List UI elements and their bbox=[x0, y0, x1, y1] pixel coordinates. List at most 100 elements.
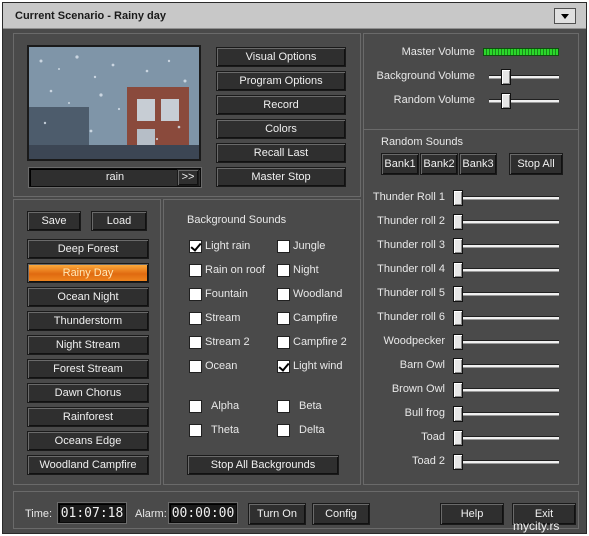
checkbox-woodland[interactable] bbox=[277, 288, 290, 301]
random-thunder-roll-2-thumb[interactable] bbox=[453, 214, 463, 230]
scenario-deep-forest-button[interactable]: Deep Forest bbox=[27, 239, 149, 259]
time-label: Time: bbox=[25, 508, 53, 520]
random-woodpecker-track[interactable] bbox=[453, 340, 559, 344]
checkbox-light-wind[interactable] bbox=[277, 360, 290, 373]
label-theta: Theta bbox=[211, 424, 240, 436]
bank3-button[interactable]: Bank3 bbox=[459, 153, 497, 175]
random-bull-frog-thumb[interactable] bbox=[453, 406, 463, 422]
random-thunder-roll-4-track[interactable] bbox=[453, 268, 559, 272]
random-toad-track[interactable] bbox=[453, 436, 559, 440]
random-volume-track[interactable] bbox=[489, 99, 559, 103]
scene-caption-text: rain bbox=[105, 171, 125, 183]
visual-options-button[interactable]: Visual Options bbox=[216, 47, 346, 67]
turn-on-button[interactable]: Turn On bbox=[248, 503, 306, 525]
label-woodland: Woodland bbox=[293, 288, 343, 300]
label-beta: Beta bbox=[299, 400, 322, 412]
checkbox-beta[interactable] bbox=[277, 400, 290, 413]
checkbox-rain-on-roof[interactable] bbox=[189, 264, 202, 277]
config-button[interactable]: Config bbox=[312, 503, 370, 525]
random-sounds-heading: Random Sounds bbox=[381, 136, 463, 148]
checkbox-delta[interactable] bbox=[277, 424, 290, 437]
random-thunder-roll-6-label: Thunder roll 6 bbox=[377, 311, 445, 323]
random-thunder-roll-3-label: Thunder roll 3 bbox=[377, 239, 445, 251]
master-volume-meter[interactable] bbox=[483, 48, 559, 56]
random-toad-2-thumb[interactable] bbox=[453, 454, 463, 470]
background-volume-track[interactable] bbox=[489, 75, 559, 79]
random-toad-thumb[interactable] bbox=[453, 430, 463, 446]
random-thunder-roll-6-thumb[interactable] bbox=[453, 310, 463, 326]
checkbox-fountain[interactable] bbox=[189, 288, 202, 301]
load-button[interactable]: Load bbox=[91, 211, 147, 231]
random-thunder-roll-1-label: Thunder Roll 1 bbox=[372, 191, 445, 203]
scenario-ocean-night-button[interactable]: Ocean Night bbox=[27, 287, 149, 307]
checkbox-campfire-2[interactable] bbox=[277, 336, 290, 349]
random-volume-thumb[interactable] bbox=[501, 93, 511, 109]
app-window: Current Scenario - Rainy day rain >> Vis… bbox=[2, 2, 587, 534]
expand-preview-button[interactable]: >> bbox=[177, 169, 199, 186]
random-thunder-roll-1-track[interactable] bbox=[453, 196, 559, 200]
checkbox-stream-2[interactable] bbox=[189, 336, 202, 349]
label-jungle: Jungle bbox=[293, 240, 326, 252]
scenario-woodland-campfire-button[interactable]: Woodland Campfire bbox=[27, 455, 149, 475]
label-ocean: Ocean bbox=[205, 360, 238, 372]
random-toad-2-label: Toad 2 bbox=[411, 455, 445, 467]
checkbox-stream[interactable] bbox=[189, 312, 202, 325]
colors-button[interactable]: Colors bbox=[216, 119, 346, 139]
scenario-forest-stream-button[interactable]: Forest Stream bbox=[27, 359, 149, 379]
checkbox-ocean[interactable] bbox=[189, 360, 202, 373]
scenario-night-stream-button[interactable]: Night Stream bbox=[27, 335, 149, 355]
scenario-rainforest-button[interactable]: Rainforest bbox=[27, 407, 149, 427]
random-thunder-roll-5-label: Thunder roll 5 bbox=[377, 287, 445, 299]
time-display: 01:07:18 bbox=[58, 503, 126, 523]
background-volume-label: Background Volume bbox=[376, 70, 475, 82]
scenario-dawn-chorus-button[interactable]: Dawn Chorus bbox=[27, 383, 149, 403]
label-light-rain: Light rain bbox=[205, 240, 251, 252]
random-thunder-roll-1-thumb[interactable] bbox=[453, 190, 463, 206]
master-stop-button[interactable]: Master Stop bbox=[216, 167, 346, 187]
random-thunder-roll-2-track[interactable] bbox=[453, 220, 559, 224]
random-thunder-roll-5-track[interactable] bbox=[453, 292, 559, 296]
recall-last-button[interactable]: Recall Last bbox=[216, 143, 346, 163]
random-thunder-roll-4-thumb[interactable] bbox=[453, 262, 463, 278]
scenario-oceans-edge-button[interactable]: Oceans Edge bbox=[27, 431, 149, 451]
label-campfire-2: Campfire 2 bbox=[293, 336, 347, 348]
checkbox-alpha[interactable] bbox=[189, 400, 202, 413]
random-thunder-roll-3-track[interactable] bbox=[453, 244, 559, 248]
random-brown-owl-thumb[interactable] bbox=[453, 382, 463, 398]
random-brown-owl-label: Brown Owl bbox=[391, 383, 445, 395]
random-woodpecker-thumb[interactable] bbox=[453, 334, 463, 350]
record-button[interactable]: Record bbox=[216, 95, 346, 115]
random-thunder-roll-6-track[interactable] bbox=[453, 316, 559, 320]
stop-all-backgrounds-button[interactable]: Stop All Backgrounds bbox=[187, 455, 339, 475]
label-stream-2: Stream 2 bbox=[205, 336, 250, 348]
random-barn-owl-track[interactable] bbox=[453, 364, 559, 368]
program-options-button[interactable]: Program Options bbox=[216, 71, 346, 91]
help-button[interactable]: Help bbox=[440, 503, 504, 525]
label-stream: Stream bbox=[205, 312, 241, 324]
label-fountain: Fountain bbox=[205, 288, 248, 300]
save-button[interactable]: Save bbox=[27, 211, 81, 231]
checkbox-campfire[interactable] bbox=[277, 312, 290, 325]
stop-all-random-button[interactable]: Stop All bbox=[509, 153, 563, 175]
label-rain-on-roof: Rain on roof bbox=[205, 264, 265, 276]
random-toad-2-track[interactable] bbox=[453, 460, 559, 464]
dropdown-menu-button[interactable] bbox=[554, 8, 576, 24]
alarm-display[interactable]: 00:00:00 bbox=[169, 503, 237, 523]
background-volume-thumb[interactable] bbox=[501, 69, 511, 85]
bank2-button[interactable]: Bank2 bbox=[420, 153, 458, 175]
random-thunder-roll-3-thumb[interactable] bbox=[453, 238, 463, 254]
checkbox-theta[interactable] bbox=[189, 424, 202, 437]
bank1-button[interactable]: Bank1 bbox=[381, 153, 419, 175]
checkbox-light-rain[interactable] bbox=[189, 240, 202, 253]
random-bull-frog-track[interactable] bbox=[453, 412, 559, 416]
random-woodpecker-label: Woodpecker bbox=[383, 335, 445, 347]
label-light-wind: Light wind bbox=[293, 360, 343, 372]
random-barn-owl-thumb[interactable] bbox=[453, 358, 463, 374]
checkbox-night[interactable] bbox=[277, 264, 290, 277]
checkbox-jungle[interactable] bbox=[277, 240, 290, 253]
scenario-rainy-day-button[interactable]: Rainy Day bbox=[27, 263, 149, 283]
random-thunder-roll-5-thumb[interactable] bbox=[453, 286, 463, 302]
scenario-thunderstorm-button[interactable]: Thunderstorm bbox=[27, 311, 149, 331]
random-thunder-roll-4-label: Thunder roll 4 bbox=[377, 263, 445, 275]
random-brown-owl-track[interactable] bbox=[453, 388, 559, 392]
